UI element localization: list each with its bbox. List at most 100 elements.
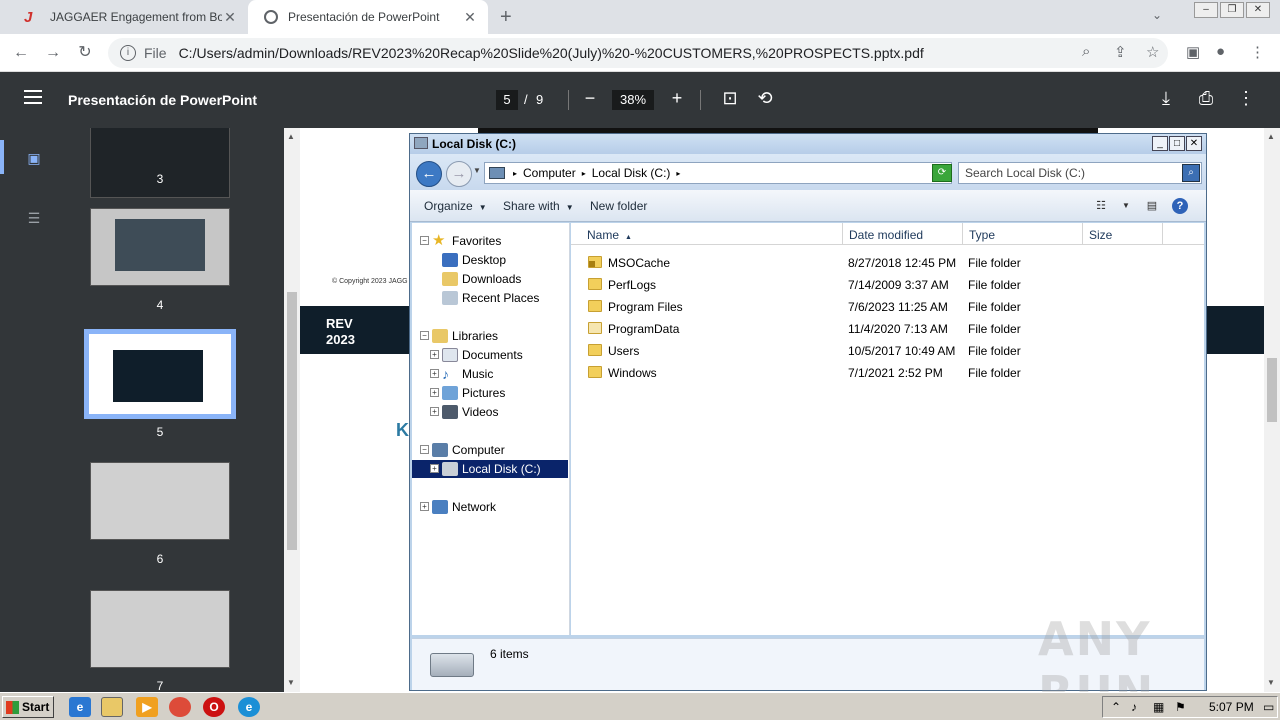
search-icon[interactable]: ⌕: [1182, 164, 1200, 182]
organize-button[interactable]: Organize ▼: [424, 199, 487, 213]
column-date[interactable]: Date modified: [843, 223, 963, 245]
table-row[interactable]: Program Files 7/6/2023 11:25 AM File folde…: [571, 296, 1204, 318]
internet-explorer-icon[interactable]: e: [69, 697, 91, 717]
more-options-icon[interactable]: ⋮: [1235, 88, 1257, 109]
new-tab-button[interactable]: +: [500, 6, 512, 29]
info-icon[interactable]: i: [120, 45, 136, 61]
chevron-right-icon[interactable]: ▸: [582, 169, 586, 178]
thumbnail-page-3[interactable]: [90, 128, 230, 198]
new-folder-button[interactable]: New folder: [590, 199, 647, 213]
thumbnail-page-4[interactable]: [90, 208, 230, 286]
chevron-right-icon[interactable]: ▸: [676, 169, 680, 178]
tab-close-icon[interactable]: ✕: [462, 9, 478, 26]
forward-arrow-icon[interactable]: →: [42, 42, 64, 64]
collapse-icon[interactable]: −: [420, 236, 429, 245]
nav-libraries[interactable]: Libraries: [432, 327, 498, 345]
tab-search-chevron-icon[interactable]: ⌄: [1152, 8, 1162, 22]
refresh-icon[interactable]: ⟳: [932, 164, 952, 182]
table-row[interactable]: Users 10/5/2017 10:49 AM File folder: [571, 340, 1204, 362]
zoom-magnifier-icon[interactable]: ⌕: [1082, 43, 1090, 60]
network-tray-icon[interactable]: ▦: [1153, 700, 1164, 714]
explorer-search-input[interactable]: Search Local Disk (C:): [958, 162, 1202, 184]
close-icon[interactable]: ✕: [1186, 136, 1202, 151]
collapse-icon[interactable]: −: [420, 331, 429, 340]
table-row[interactable]: MSOCache 8/27/2018 12:45 PM File folder: [571, 252, 1204, 274]
expand-icon[interactable]: +: [430, 369, 439, 378]
table-row[interactable]: PerfLogs 7/14/2009 3:37 AM File folder: [571, 274, 1204, 296]
nav-music[interactable]: ♪ Music: [442, 365, 493, 383]
address-bar[interactable]: i File C:/Users/admin/Downloads/REV2023%…: [108, 38, 1168, 68]
explorer-address-bar[interactable]: ▸ Computer ▸ Local Disk (C:) ▸ ▼: [484, 162, 952, 184]
zoom-input[interactable]: 38%: [612, 90, 654, 110]
minimize-icon[interactable]: ‒: [1194, 2, 1218, 18]
nav-recent-places[interactable]: Recent Places: [442, 289, 539, 307]
preview-pane-icon[interactable]: ▤: [1144, 198, 1160, 214]
expand-icon[interactable]: +: [420, 502, 429, 511]
tray-expand-icon[interactable]: ⌃: [1111, 700, 1121, 714]
expand-icon[interactable]: +: [430, 407, 439, 416]
nav-desktop[interactable]: Desktop: [442, 251, 506, 269]
explorer-titlebar[interactable]: Local Disk (C:) _ □ ✕: [410, 134, 1206, 154]
scrollbar-thumb[interactable]: [1267, 358, 1277, 422]
nav-network[interactable]: Network: [432, 498, 496, 516]
share-with-button[interactable]: Share with ▼: [503, 199, 574, 213]
column-size[interactable]: Size: [1083, 223, 1163, 245]
bookmark-star-icon[interactable]: ☆: [1146, 43, 1159, 61]
view-options-icon[interactable]: ☷: [1093, 198, 1109, 214]
scroll-up-icon[interactable]: ▲: [1267, 132, 1275, 141]
column-name[interactable]: Name ▲: [571, 223, 843, 245]
fit-page-icon[interactable]: ⊡: [719, 88, 741, 109]
collapse-icon[interactable]: −: [420, 445, 429, 454]
edge-icon[interactable]: e: [238, 697, 260, 717]
restore-icon[interactable]: ❐: [1220, 2, 1244, 18]
share-icon[interactable]: ⇪: [1114, 43, 1127, 61]
outline-icon[interactable]: ☰: [24, 210, 44, 228]
expand-icon[interactable]: +: [430, 464, 439, 473]
chevron-right-icon[interactable]: ▸: [513, 169, 517, 178]
thumbnails-icon[interactable]: ▣: [24, 150, 44, 168]
page-scrollbar[interactable]: ▲ ▼: [1264, 128, 1280, 692]
breadcrumb-local-disk[interactable]: Local Disk (C:): [592, 166, 671, 180]
more-menu-icon[interactable]: ⋮: [1250, 43, 1265, 61]
url-text[interactable]: C:/Users/admin/Downloads/REV2023%20Recap…: [179, 45, 924, 61]
page-number-input[interactable]: 5: [496, 90, 518, 110]
opera-icon[interactable]: O: [203, 697, 225, 717]
profile-avatar-icon[interactable]: ●: [1216, 43, 1225, 60]
tab-close-icon[interactable]: ✕: [222, 9, 238, 26]
side-panel-icon[interactable]: ▣: [1186, 43, 1200, 61]
nav-downloads[interactable]: Downloads: [442, 270, 521, 288]
nav-videos[interactable]: Videos: [442, 403, 498, 421]
flag-icon[interactable]: ⚑: [1175, 700, 1186, 714]
table-row[interactable]: Windows 7/1/2021 2:52 PM File folder: [571, 362, 1204, 384]
thumbnail-scrollbar[interactable]: ▲ ▼: [284, 128, 300, 692]
maximize-icon[interactable]: □: [1169, 136, 1185, 151]
nav-documents[interactable]: Documents: [442, 346, 523, 364]
nav-favorites[interactable]: ★ Favorites: [432, 232, 501, 250]
recent-pages-chevron-icon[interactable]: ▼: [473, 166, 481, 175]
chrome-icon[interactable]: [169, 697, 191, 717]
explorer-taskbar-icon[interactable]: [101, 697, 123, 717]
nav-pictures[interactable]: Pictures: [442, 384, 505, 402]
close-icon[interactable]: ✕: [1246, 2, 1270, 18]
start-button[interactable]: Start: [2, 696, 54, 718]
expand-icon[interactable]: +: [430, 388, 439, 397]
zoom-out-icon[interactable]: −: [579, 88, 601, 109]
forward-arrow-icon[interactable]: →: [446, 161, 472, 187]
help-icon[interactable]: ?: [1172, 198, 1188, 214]
breadcrumb-computer[interactable]: Computer: [523, 166, 576, 180]
thumbnail-page-7[interactable]: [90, 590, 230, 668]
view-dropdown-icon[interactable]: ▼: [1118, 198, 1134, 214]
minimize-icon[interactable]: _: [1152, 136, 1168, 151]
scroll-up-icon[interactable]: ▲: [287, 132, 295, 141]
tab-powerpoint[interactable]: Presentación de PowerPoint ✕: [248, 0, 488, 34]
column-type[interactable]: Type: [963, 223, 1083, 245]
scroll-down-icon[interactable]: ▼: [287, 678, 295, 687]
table-row[interactable]: ProgramData 11/4/2020 7:13 AM File folder: [571, 318, 1204, 340]
rotate-icon[interactable]: ⟲: [754, 88, 776, 109]
thumbnail-page-5[interactable]: [84, 329, 236, 419]
scrollbar-thumb[interactable]: [287, 292, 297, 550]
back-arrow-icon[interactable]: ←: [10, 42, 32, 64]
nav-computer[interactable]: Computer: [432, 441, 505, 459]
volume-icon[interactable]: ♪: [1131, 700, 1137, 714]
zoom-in-icon[interactable]: +: [666, 88, 688, 109]
